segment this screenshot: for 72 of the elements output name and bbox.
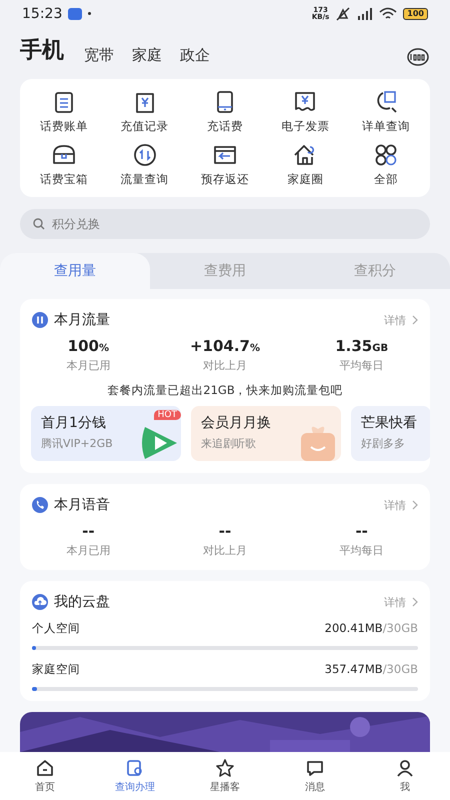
- shortcut-button[interactable]: 详单查询: [346, 89, 426, 134]
- category-tab[interactable]: 宽带: [84, 46, 114, 67]
- grid-icon: [372, 142, 399, 168]
- promo-card[interactable]: 首月1分钱 腾讯VIP+2GB HOT: [31, 406, 181, 461]
- wifi-icon: [379, 7, 398, 20]
- battery-level: 100: [403, 8, 428, 20]
- signal-icon: [357, 8, 374, 20]
- stat-value: --: [82, 522, 95, 540]
- stat-label: 平均每日: [340, 543, 384, 558]
- nav-tab[interactable]: 我: [360, 752, 450, 800]
- nav-tab[interactable]: 首页: [0, 752, 90, 800]
- stat-label: 对比上月: [202, 543, 247, 558]
- hot-badge: HOT: [154, 410, 181, 420]
- shortcut-button[interactable]: 充值记录: [104, 89, 185, 134]
- shortcut-button[interactable]: 话费账单: [24, 89, 104, 134]
- phone-icon: [32, 497, 48, 513]
- promo-subtitle: 好剧多多: [361, 436, 406, 451]
- usage-notice: 套餐内流量已超出21GB，快来加购流量包吧: [106, 382, 344, 399]
- mute-icon: [335, 6, 352, 20]
- stat-value: --: [355, 522, 368, 540]
- arrows-circle-icon: [132, 142, 158, 168]
- card-title: 本月流量: [54, 311, 111, 329]
- space-usage: 357.47MB/30GB: [324, 662, 418, 677]
- card-title: 本月语音: [54, 496, 111, 514]
- pause-circle-icon: [32, 312, 48, 328]
- shortcut-button[interactable]: 家庭圈: [265, 142, 346, 187]
- stat-value: 100%: [68, 337, 109, 355]
- shortcut-button[interactable]: 全部: [346, 142, 426, 187]
- shortcut-button[interactable]: 话费宝箱: [24, 142, 104, 187]
- promo-title: 会员月月换: [201, 414, 272, 432]
- star-icon: [215, 758, 235, 778]
- person-icon: [395, 758, 415, 778]
- promo-subtitle: 腾讯VIP+2GB: [41, 436, 114, 451]
- nav-tab[interactable]: 消息: [270, 752, 360, 800]
- app-icon: [68, 8, 82, 20]
- category-tab[interactable]: 家庭: [132, 46, 162, 67]
- card-title: 我的云盘: [54, 593, 111, 611]
- stat-label: 对比上月: [202, 358, 247, 373]
- shortcut-button[interactable]: 流量查询: [104, 142, 185, 187]
- clock-time: 15:23: [22, 6, 62, 22]
- hotline-icon[interactable]: [406, 47, 430, 67]
- stat-label: 本月已用: [66, 543, 110, 558]
- search-field[interactable]: 积分兑换: [20, 209, 430, 239]
- nav-tab[interactable]: 星播客: [180, 752, 270, 800]
- nav-tab[interactable]: 查询办理: [90, 752, 180, 800]
- stat-label: 本月已用: [66, 358, 110, 373]
- home-icon: [35, 758, 55, 778]
- chevron-icon: [412, 500, 418, 510]
- stat-value: +104.7%: [190, 337, 260, 355]
- promo-card[interactable]: 芒果快看 好剧多多: [351, 406, 430, 461]
- query-tab[interactable]: 查用量: [0, 253, 150, 289]
- promo-subtitle: 来追剧听歌: [201, 436, 257, 451]
- chat-bubble-icon: [305, 758, 325, 778]
- stat-label: 平均每日: [340, 358, 384, 373]
- shortcut-button[interactable]: 预存返还: [184, 142, 266, 187]
- promo-title: 芒果快看: [361, 414, 418, 432]
- space-usage: 200.41MB/30GB: [324, 621, 418, 636]
- promo-card[interactable]: 会员月月换 来追剧听歌: [191, 406, 341, 461]
- stat-value: --: [218, 522, 232, 540]
- chevron-icon: [412, 315, 418, 325]
- cloud-icon: [32, 594, 48, 610]
- notification-dot: [88, 12, 92, 15]
- category-tab[interactable]: 手机: [20, 35, 64, 67]
- stat-value: 1.35GB: [335, 337, 388, 355]
- search-icon: [33, 218, 45, 230]
- shortcut-button[interactable]: 充话费: [184, 89, 266, 134]
- space-name: 个人空间: [32, 621, 80, 636]
- promo-title: 首月1分钱: [41, 414, 107, 432]
- chevron-icon: [412, 597, 418, 607]
- space-name: 家庭空间: [32, 662, 80, 677]
- shortcut-button[interactable]: 电子发票: [265, 89, 346, 134]
- category-tab[interactable]: 政企: [180, 46, 210, 67]
